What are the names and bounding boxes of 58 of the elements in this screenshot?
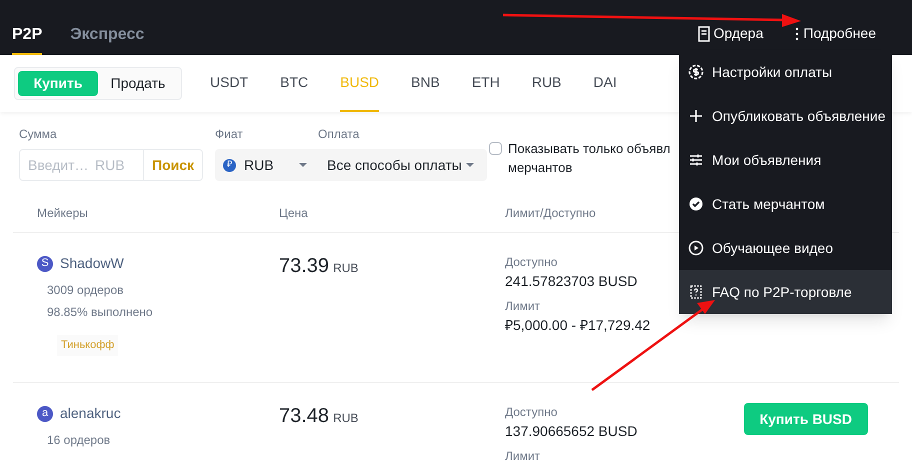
payment-select[interactable]: Все способы оплаты <box>315 149 488 181</box>
ruble-coin-icon: ₽ <box>223 158 236 172</box>
order-count: 16 ордеров <box>47 432 112 449</box>
limit-range: ₽5,000.00 - ₽17,729.42 <box>505 316 650 335</box>
side-tab[interactable]: Продать <box>98 71 178 96</box>
coin-tab[interactable]: BNB <box>411 55 440 112</box>
limit-label: Лимит <box>505 298 540 315</box>
play-icon <box>688 240 704 256</box>
dollar-coin-icon <box>688 64 704 80</box>
completion-rate: 98.85% выполнено <box>47 304 154 321</box>
price: 73.39 <box>279 254 330 279</box>
merchant-checkbox[interactable] <box>489 142 502 155</box>
menu-item[interactable]: Опубликовать объявление <box>679 94 892 138</box>
column-header: Мейкеры <box>36 204 89 222</box>
dots-icon <box>795 26 800 42</box>
caret-icon <box>466 163 474 167</box>
maker-name[interactable]: ShadowW <box>60 253 124 274</box>
question-document-icon <box>688 284 704 300</box>
column-header: Цена <box>279 204 309 222</box>
top-tab[interactable]: P2P <box>12 0 42 55</box>
top-tab[interactable]: Экспресс <box>70 0 144 55</box>
price-currency: RUB <box>333 260 358 277</box>
maker-name[interactable]: alenakruc <box>60 403 121 424</box>
available-amount: 241.57823703 BUSD <box>505 272 638 291</box>
coin-tab[interactable]: ETH <box>472 55 500 112</box>
limit-label: Лимит <box>505 448 540 461</box>
available-amount: 137.90665652 BUSD <box>505 422 638 441</box>
avatar: S <box>37 256 53 272</box>
fiat-select[interactable]: ₽ RUB <box>215 149 316 181</box>
sliders-icon <box>688 152 704 168</box>
coin-tab[interactable]: USDT <box>210 55 248 112</box>
price: 73.48 <box>279 404 330 429</box>
currency-label: RUB <box>95 156 126 174</box>
menu-item[interactable]: Стать мерчантом <box>679 182 892 226</box>
payment-label: Оплата <box>318 126 360 143</box>
menu-item[interactable]: Настройки оплаты <box>679 50 892 94</box>
caret-icon <box>299 163 308 167</box>
order-count: 3009 ордеров <box>47 282 124 299</box>
coin-tab[interactable]: RUB <box>532 55 562 112</box>
avatar: a <box>37 406 53 422</box>
check-badge-icon <box>688 196 704 212</box>
price-currency: RUB <box>333 410 358 427</box>
coin-tab[interactable]: BTC <box>280 55 308 112</box>
header-link[interactable]: Ордера <box>698 23 764 44</box>
menu-item[interactable]: FAQ по P2P-торговле <box>679 270 892 314</box>
header-link[interactable]: Подробнее <box>795 23 876 44</box>
available-label: Доступно <box>505 254 558 271</box>
document-icon <box>698 26 710 42</box>
checkbox-label: Показывать только объявл мерчантов <box>508 140 670 177</box>
plus-icon <box>688 108 704 124</box>
amount-label: Сумма <box>19 126 58 143</box>
column-header: Лимит/Доступно <box>505 204 596 222</box>
payment-tag: Тинькофф <box>57 335 118 356</box>
coin-tab[interactable]: DAI <box>593 55 617 112</box>
menu-item[interactable]: Мои объявления <box>679 138 892 182</box>
menu-item[interactable]: Обучающее видео <box>679 226 892 270</box>
fiat-label: Фиат <box>215 126 244 143</box>
available-label: Доступно <box>505 404 558 421</box>
